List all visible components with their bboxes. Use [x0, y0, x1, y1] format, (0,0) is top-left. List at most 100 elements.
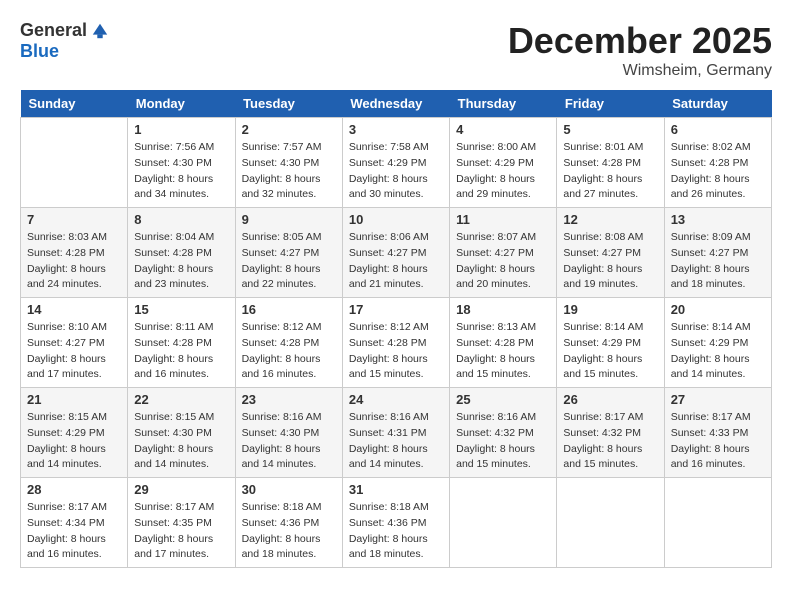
- day-number: 11: [456, 212, 550, 227]
- calendar-table: SundayMondayTuesdayWednesdayThursdayFrid…: [20, 90, 772, 568]
- calendar-cell: 1Sunrise: 7:56 AM Sunset: 4:30 PM Daylig…: [128, 118, 235, 208]
- calendar-cell: 26Sunrise: 8:17 AM Sunset: 4:32 PM Dayli…: [557, 388, 664, 478]
- logo-blue-text: Blue: [20, 41, 59, 62]
- day-info: Sunrise: 8:17 AM Sunset: 4:35 PM Dayligh…: [134, 500, 228, 563]
- day-number: 12: [563, 212, 657, 227]
- calendar-cell: [450, 478, 557, 568]
- calendar-week-row: 7 Sunrise: 8:03 AM Sunset: 4:28 PM Daylig…: [21, 208, 772, 298]
- calendar-cell: 23Sunrise: 8:16 AM Sunset: 4:30 PM Dayli…: [235, 388, 342, 478]
- day-number: 23: [242, 392, 336, 407]
- calendar-cell: 3Sunrise: 7:58 AM Sunset: 4:29 PM Daylig…: [342, 118, 449, 208]
- calendar-cell: [21, 118, 128, 208]
- day-info: Sunrise: 8:17 AM Sunset: 4:34 PM Dayligh…: [27, 500, 121, 563]
- day-number: 27: [671, 392, 765, 407]
- calendar-cell: 22 Sunrise: 8:15 AM Sunset: 4:30 PM Dayli…: [128, 388, 235, 478]
- title-block: December 2025 Wimsheim, Germany: [508, 20, 772, 80]
- day-number: 18: [456, 302, 550, 317]
- calendar-week-row: 14 Sunrise: 8:10 AM Sunset: 4:27 PM Dayli…: [21, 298, 772, 388]
- day-of-week-thursday: Thursday: [450, 90, 557, 118]
- day-info: Sunrise: 8:06 AM Sunset: 4:27 PM Dayligh…: [349, 230, 443, 293]
- calendar-cell: 10 Sunrise: 8:06 AM Sunset: 4:27 PM Dayli…: [342, 208, 449, 298]
- day-number: 4: [456, 122, 550, 137]
- calendar-cell: [664, 478, 771, 568]
- day-number: 20: [671, 302, 765, 317]
- calendar-cell: 15Sunrise: 8:11 AM Sunset: 4:28 PM Dayli…: [128, 298, 235, 388]
- day-number: 7: [27, 212, 121, 227]
- day-number: 9: [242, 212, 336, 227]
- calendar-cell: [557, 478, 664, 568]
- day-number: 30: [242, 482, 336, 497]
- logo-general-text: General: [20, 20, 87, 41]
- location: Wimsheim, Germany: [508, 62, 772, 80]
- calendar-cell: 29Sunrise: 8:17 AM Sunset: 4:35 PM Dayli…: [128, 478, 235, 568]
- logo: General Blue: [20, 20, 109, 62]
- calendar-cell: 14 Sunrise: 8:10 AM Sunset: 4:27 PM Dayli…: [21, 298, 128, 388]
- calendar-cell: 4 Sunrise: 8:00 AM Sunset: 4:29 PM Daylig…: [450, 118, 557, 208]
- day-number: 17: [349, 302, 443, 317]
- day-info: Sunrise: 8:04 AM Sunset: 4:28 PM Dayligh…: [134, 230, 228, 293]
- calendar-cell: 27 Sunrise: 8:17 AM Sunset: 4:33 PM Dayli…: [664, 388, 771, 478]
- day-info: Sunrise: 8:08 AM Sunset: 4:27 PM Dayligh…: [563, 230, 657, 293]
- day-number: 16: [242, 302, 336, 317]
- day-number: 19: [563, 302, 657, 317]
- calendar-cell: 6 Sunrise: 8:02 AM Sunset: 4:28 PM Daylig…: [664, 118, 771, 208]
- day-info: Sunrise: 8:11 AM Sunset: 4:28 PM Dayligh…: [134, 320, 228, 383]
- day-of-week-sunday: Sunday: [21, 90, 128, 118]
- day-info: Sunrise: 8:03 AM Sunset: 4:28 PM Dayligh…: [27, 230, 121, 293]
- day-info: Sunrise: 8:02 AM Sunset: 4:28 PM Dayligh…: [671, 140, 765, 203]
- day-number: 28: [27, 482, 121, 497]
- page-header: General Blue December 2025 Wimsheim, Ger…: [20, 20, 772, 80]
- day-info: Sunrise: 8:10 AM Sunset: 4:27 PM Dayligh…: [27, 320, 121, 383]
- calendar-cell: 28 Sunrise: 8:17 AM Sunset: 4:34 PM Dayli…: [21, 478, 128, 568]
- day-info: Sunrise: 8:18 AM Sunset: 4:36 PM Dayligh…: [349, 500, 443, 563]
- day-info: Sunrise: 8:00 AM Sunset: 4:29 PM Dayligh…: [456, 140, 550, 203]
- calendar-cell: 8 Sunrise: 8:04 AM Sunset: 4:28 PM Daylig…: [128, 208, 235, 298]
- day-info: Sunrise: 8:01 AM Sunset: 4:28 PM Dayligh…: [563, 140, 657, 203]
- calendar-cell: 9 Sunrise: 8:05 AM Sunset: 4:27 PM Daylig…: [235, 208, 342, 298]
- calendar-cell: 30Sunrise: 8:18 AM Sunset: 4:36 PM Dayli…: [235, 478, 342, 568]
- day-of-week-wednesday: Wednesday: [342, 90, 449, 118]
- calendar-cell: 7 Sunrise: 8:03 AM Sunset: 4:28 PM Daylig…: [21, 208, 128, 298]
- day-of-week-monday: Monday: [128, 90, 235, 118]
- calendar-cell: 11 Sunrise: 8:07 AM Sunset: 4:27 PM Dayli…: [450, 208, 557, 298]
- day-info: Sunrise: 8:16 AM Sunset: 4:31 PM Dayligh…: [349, 410, 443, 473]
- calendar-cell: 20 Sunrise: 8:14 AM Sunset: 4:29 PM Dayli…: [664, 298, 771, 388]
- calendar-cell: 2Sunrise: 7:57 AM Sunset: 4:30 PM Daylig…: [235, 118, 342, 208]
- day-info: Sunrise: 8:14 AM Sunset: 4:29 PM Dayligh…: [671, 320, 765, 383]
- day-number: 1: [134, 122, 228, 137]
- day-info: Sunrise: 8:17 AM Sunset: 4:33 PM Dayligh…: [671, 410, 765, 473]
- day-of-week-saturday: Saturday: [664, 90, 771, 118]
- day-info: Sunrise: 8:14 AM Sunset: 4:29 PM Dayligh…: [563, 320, 657, 383]
- day-info: Sunrise: 8:05 AM Sunset: 4:27 PM Dayligh…: [242, 230, 336, 293]
- day-number: 2: [242, 122, 336, 137]
- day-info: Sunrise: 8:12 AM Sunset: 4:28 PM Dayligh…: [242, 320, 336, 383]
- calendar-cell: 5 Sunrise: 8:01 AM Sunset: 4:28 PM Daylig…: [557, 118, 664, 208]
- day-number: 14: [27, 302, 121, 317]
- day-number: 26: [563, 392, 657, 407]
- day-number: 25: [456, 392, 550, 407]
- calendar-header-row: SundayMondayTuesdayWednesdayThursdayFrid…: [21, 90, 772, 118]
- calendar-cell: 21Sunrise: 8:15 AM Sunset: 4:29 PM Dayli…: [21, 388, 128, 478]
- day-number: 10: [349, 212, 443, 227]
- calendar-cell: 16 Sunrise: 8:12 AM Sunset: 4:28 PM Dayli…: [235, 298, 342, 388]
- day-number: 31: [349, 482, 443, 497]
- day-info: Sunrise: 8:13 AM Sunset: 4:28 PM Dayligh…: [456, 320, 550, 383]
- day-number: 24: [349, 392, 443, 407]
- day-number: 13: [671, 212, 765, 227]
- day-info: Sunrise: 8:16 AM Sunset: 4:32 PM Dayligh…: [456, 410, 550, 473]
- day-info: Sunrise: 8:15 AM Sunset: 4:30 PM Dayligh…: [134, 410, 228, 473]
- calendar-week-row: 28 Sunrise: 8:17 AM Sunset: 4:34 PM Dayli…: [21, 478, 772, 568]
- logo-icon: [91, 22, 109, 40]
- day-number: 5: [563, 122, 657, 137]
- day-number: 6: [671, 122, 765, 137]
- calendar-cell: 17Sunrise: 8:12 AM Sunset: 4:28 PM Dayli…: [342, 298, 449, 388]
- day-of-week-tuesday: Tuesday: [235, 90, 342, 118]
- day-info: Sunrise: 8:15 AM Sunset: 4:29 PM Dayligh…: [27, 410, 121, 473]
- day-number: 22: [134, 392, 228, 407]
- day-number: 8: [134, 212, 228, 227]
- day-info: Sunrise: 8:09 AM Sunset: 4:27 PM Dayligh…: [671, 230, 765, 293]
- day-of-week-friday: Friday: [557, 90, 664, 118]
- calendar-cell: 12 Sunrise: 8:08 AM Sunset: 4:27 PM Dayli…: [557, 208, 664, 298]
- calendar-cell: 25 Sunrise: 8:16 AM Sunset: 4:32 PM Dayli…: [450, 388, 557, 478]
- day-info: Sunrise: 8:07 AM Sunset: 4:27 PM Dayligh…: [456, 230, 550, 293]
